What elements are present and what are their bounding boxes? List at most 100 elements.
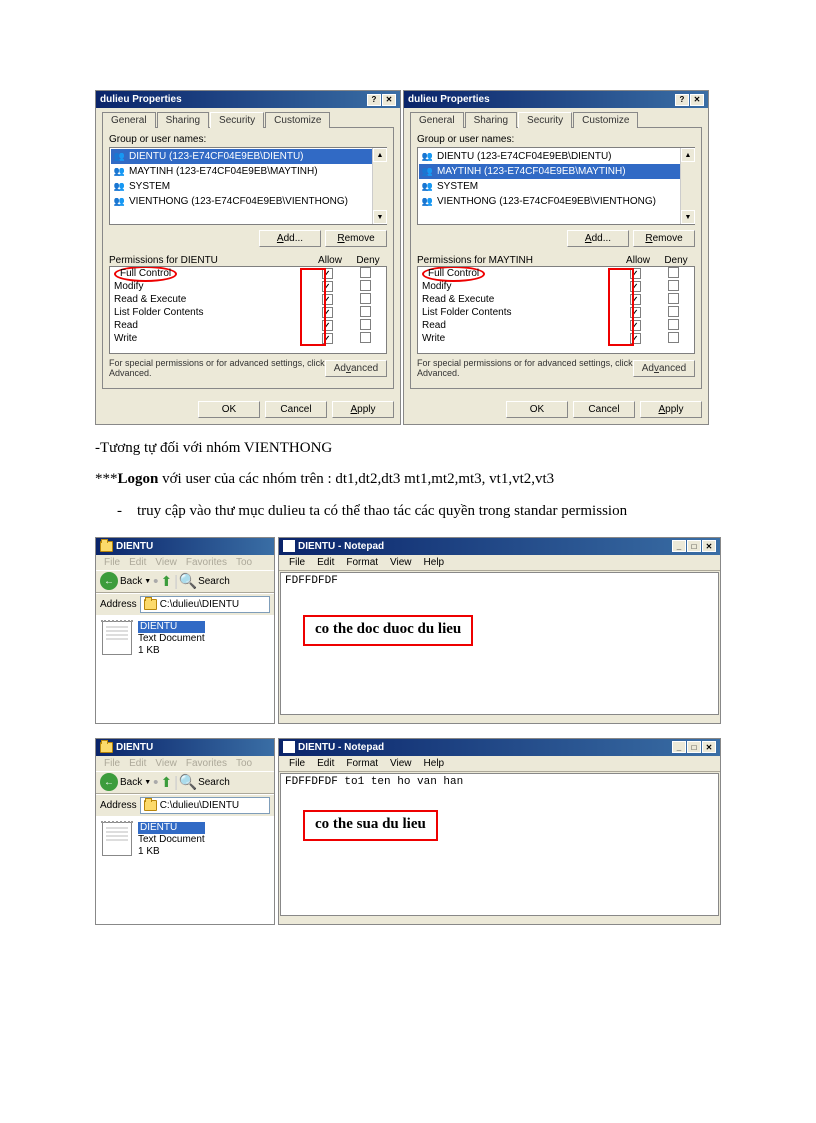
menu-tools[interactable]: Too (232, 758, 256, 769)
address-field[interactable]: C:\dulieu\DIENTU (140, 596, 270, 613)
allow-checkbox[interactable] (322, 320, 333, 331)
menu-view[interactable]: View (151, 758, 181, 769)
close-icon[interactable]: ✕ (690, 94, 704, 106)
deny-checkbox[interactable] (360, 280, 371, 291)
menu-tools[interactable]: Too (232, 557, 256, 568)
menu-view[interactable]: View (151, 557, 181, 568)
scrollbar[interactable]: ▲▼ (680, 148, 695, 224)
search-label[interactable]: Search (198, 576, 230, 587)
search-icon[interactable]: 🔍 (180, 774, 196, 790)
help-icon[interactable]: ? (367, 94, 381, 106)
deny-checkbox[interactable] (360, 319, 371, 330)
back-button[interactable]: ←Back▼ (100, 572, 151, 590)
advanced-button[interactable]: Advanced (325, 360, 387, 377)
menu-edit[interactable]: Edit (311, 758, 340, 769)
user-list[interactable]: 👥DIENTU (123-E74CF04E9EB\DIENTU) 👥MAYTIN… (109, 147, 387, 225)
deny-checkbox[interactable] (668, 332, 679, 343)
advanced-button[interactable]: Advanced (633, 360, 695, 377)
menu-file[interactable]: File (283, 557, 311, 568)
remove-button[interactable]: Remove (633, 230, 695, 247)
up-icon[interactable]: ⬆ (160, 573, 172, 590)
deny-checkbox[interactable] (668, 280, 679, 291)
allow-checkbox[interactable] (322, 281, 333, 292)
menu-format[interactable]: Format (340, 557, 384, 568)
allow-checkbox[interactable] (630, 268, 641, 279)
deny-checkbox[interactable] (668, 293, 679, 304)
menu-help[interactable]: Help (418, 758, 451, 769)
allow-checkbox[interactable] (322, 294, 333, 305)
menu-format[interactable]: Format (340, 758, 384, 769)
user-item[interactable]: 👥MAYTINH (123-E74CF04E9EB\MAYTINH) (111, 164, 386, 179)
allow-checkbox[interactable] (630, 320, 641, 331)
user-item[interactable]: 👥SYSTEM (111, 179, 386, 194)
menu-help[interactable]: Help (418, 557, 451, 568)
user-item[interactable]: 👥DIENTU (123-E74CF04E9EB\DIENTU) (111, 149, 386, 164)
tab-sharing[interactable]: Sharing (157, 112, 209, 128)
tab-sharing[interactable]: Sharing (465, 112, 517, 128)
tab-security[interactable]: Security (210, 112, 264, 128)
menu-edit[interactable]: Edit (125, 557, 150, 568)
deny-checkbox[interactable] (668, 267, 679, 278)
menu-view[interactable]: View (384, 758, 418, 769)
close-icon[interactable]: ✕ (702, 540, 716, 552)
add-button[interactable]: Add... (259, 230, 321, 247)
maximize-icon[interactable]: □ (687, 741, 701, 753)
deny-checkbox[interactable] (360, 267, 371, 278)
text-file-icon[interactable] (102, 621, 132, 655)
allow-checkbox[interactable] (630, 333, 641, 344)
user-list[interactable]: 👥DIENTU (123-E74CF04E9EB\DIENTU) 👥MAYTIN… (417, 147, 695, 225)
apply-button[interactable]: Apply (332, 401, 394, 418)
search-label[interactable]: Search (198, 777, 230, 788)
ok-button[interactable]: OK (198, 401, 260, 418)
menu-favorites[interactable]: Favorites (182, 557, 231, 568)
close-icon[interactable]: ✕ (702, 741, 716, 753)
tab-general[interactable]: General (102, 112, 156, 128)
tab-customize[interactable]: Customize (265, 112, 330, 128)
ok-button[interactable]: OK (506, 401, 568, 418)
minimize-icon[interactable]: _ (672, 540, 686, 552)
allow-checkbox[interactable] (630, 294, 641, 305)
user-item[interactable]: 👥VIENTHONG (123-E74CF04E9EB\VIENTHONG) (111, 194, 386, 209)
remove-button[interactable]: Remove (325, 230, 387, 247)
cancel-button[interactable]: Cancel (265, 401, 327, 418)
scrollbar[interactable]: ▲▼ (372, 148, 387, 224)
cancel-button[interactable]: Cancel (573, 401, 635, 418)
allow-checkbox[interactable] (322, 333, 333, 344)
maximize-icon[interactable]: □ (687, 540, 701, 552)
user-item[interactable]: 👥MAYTINH (123-E74CF04E9EB\MAYTINH) (419, 164, 694, 179)
allow-checkbox[interactable] (630, 281, 641, 292)
menu-favorites[interactable]: Favorites (182, 758, 231, 769)
menu-file[interactable]: File (283, 758, 311, 769)
tab-customize[interactable]: Customize (573, 112, 638, 128)
allow-checkbox[interactable] (322, 307, 333, 318)
scroll-up-icon[interactable]: ▲ (373, 148, 387, 162)
menu-edit[interactable]: Edit (125, 758, 150, 769)
tab-security[interactable]: Security (518, 112, 572, 128)
deny-checkbox[interactable] (668, 306, 679, 317)
text-file-icon[interactable] (102, 822, 132, 856)
deny-checkbox[interactable] (360, 306, 371, 317)
allow-checkbox[interactable] (630, 307, 641, 318)
menu-file[interactable]: File (100, 758, 124, 769)
notepad-text-area[interactable]: FDFFDFDF to1 ten ho van han co the sua d… (280, 773, 719, 916)
allow-checkbox[interactable] (322, 268, 333, 279)
scroll-up-icon[interactable]: ▲ (681, 148, 695, 162)
user-item[interactable]: 👥SYSTEM (419, 179, 694, 194)
menu-edit[interactable]: Edit (311, 557, 340, 568)
address-field[interactable]: C:\dulieu\DIENTU (140, 797, 270, 814)
scroll-down-icon[interactable]: ▼ (681, 210, 695, 224)
menu-view[interactable]: View (384, 557, 418, 568)
deny-checkbox[interactable] (360, 293, 371, 304)
notepad-text-area[interactable]: FDFFDFDF co the doc duoc du lieu (280, 572, 719, 715)
help-icon[interactable]: ? (675, 94, 689, 106)
deny-checkbox[interactable] (360, 332, 371, 343)
user-item[interactable]: 👥VIENTHONG (123-E74CF04E9EB\VIENTHONG) (419, 194, 694, 209)
minimize-icon[interactable]: _ (672, 741, 686, 753)
search-icon[interactable]: 🔍 (180, 573, 196, 589)
apply-button[interactable]: Apply (640, 401, 702, 418)
add-button[interactable]: Add... (567, 230, 629, 247)
user-item[interactable]: 👥DIENTU (123-E74CF04E9EB\DIENTU) (419, 149, 694, 164)
close-icon[interactable]: ✕ (382, 94, 396, 106)
back-button[interactable]: ←Back▼ (100, 773, 151, 791)
tab-general[interactable]: General (410, 112, 464, 128)
